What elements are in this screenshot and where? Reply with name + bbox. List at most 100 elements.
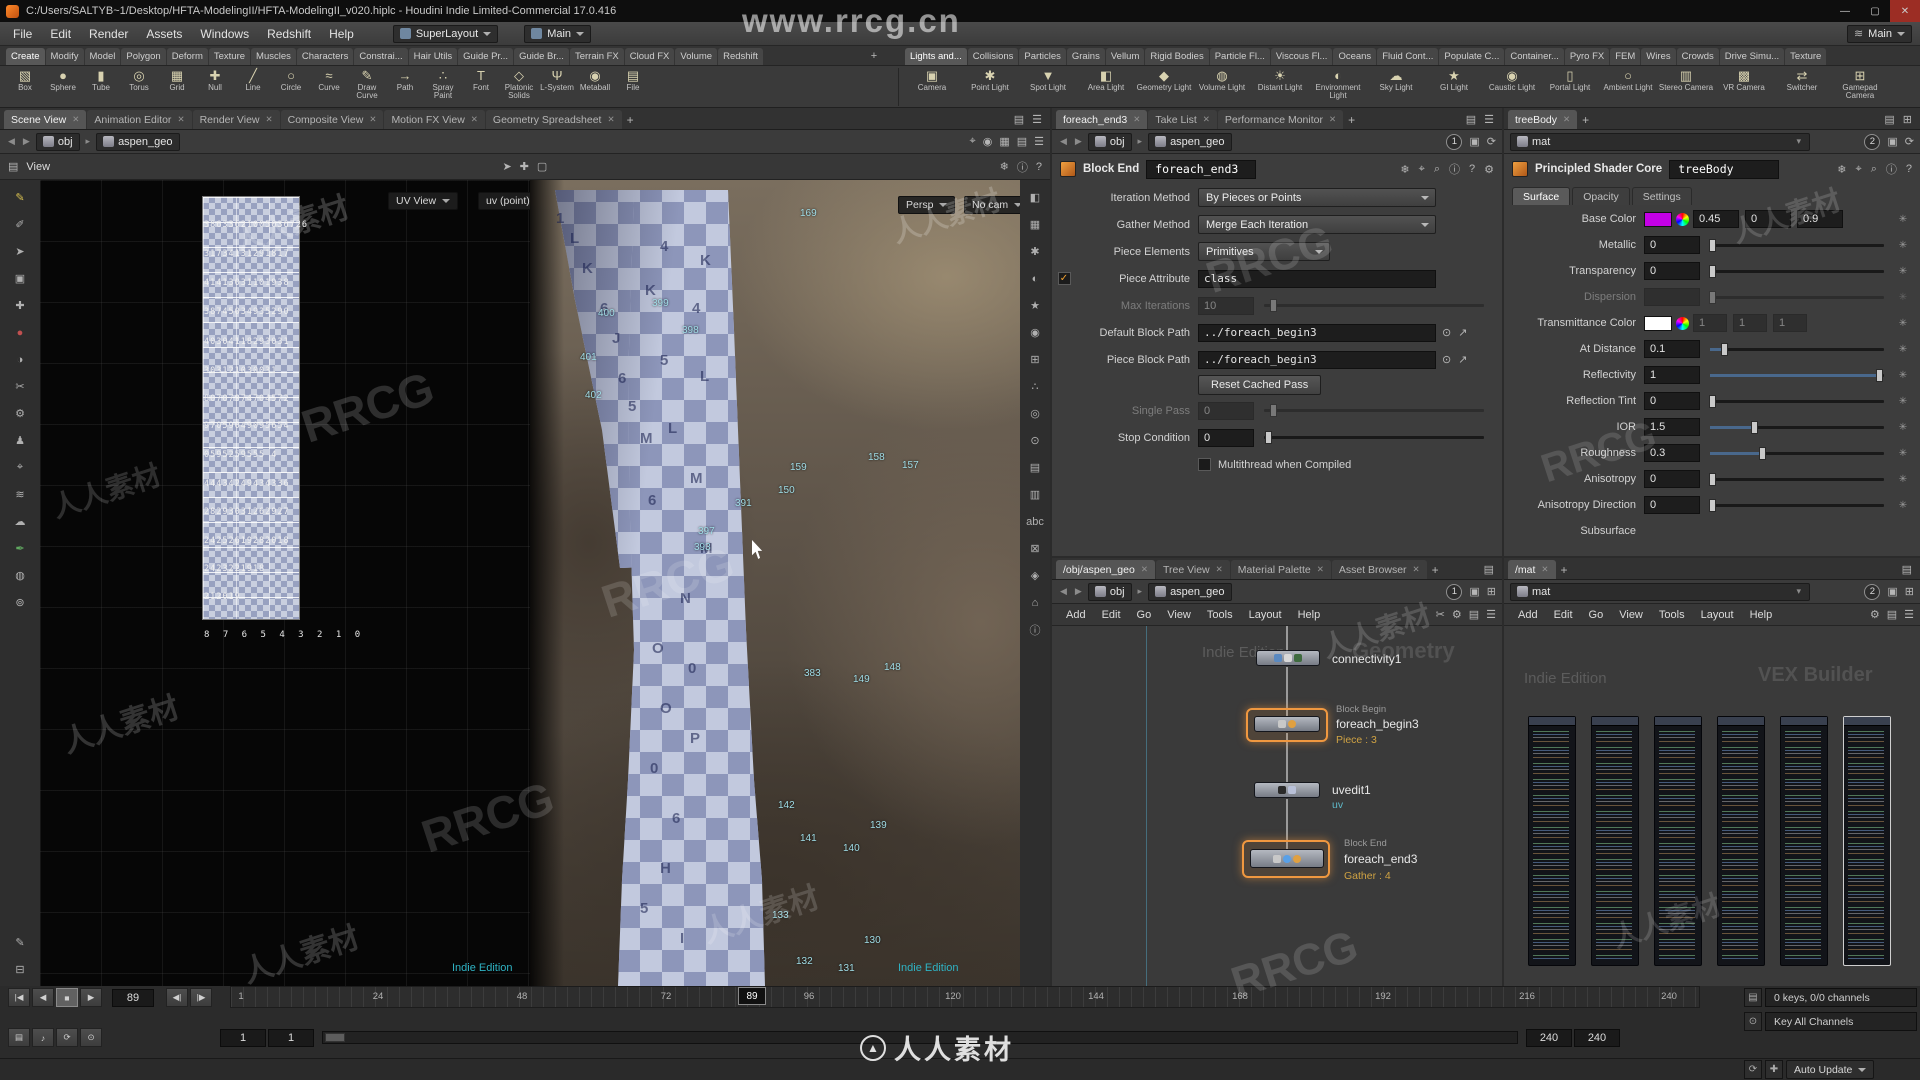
search-icon[interactable]: ⌕: [1871, 161, 1877, 177]
gear-icon[interactable]: ⚙: [1484, 161, 1494, 177]
piece-attribute-field[interactable]: class: [1198, 269, 1436, 288]
node-name-field[interactable]: treeBody: [1669, 159, 1780, 179]
multithread-checkbox[interactable]: [1198, 458, 1211, 471]
snapshot-icon[interactable]: ◉: [983, 135, 993, 148]
search-icon[interactable]: ⌕: [1434, 161, 1440, 177]
menu-item[interactable]: Go: [1581, 609, 1612, 621]
keyframe-icon[interactable]: ✳: [1894, 396, 1912, 407]
color-wheel-icon[interactable]: [1676, 316, 1689, 330]
viewport-display-icon[interactable]: ⊙: [1024, 431, 1046, 450]
shelf-tool[interactable]: ◧ Area Light: [1077, 67, 1135, 107]
new-pane-tab-button[interactable]: +: [1343, 110, 1360, 129]
viewport-display-icon[interactable]: ∴: [1024, 377, 1046, 396]
keyframe-icon[interactable]: ✳: [1894, 370, 1912, 381]
menu-item[interactable]: View: [1159, 609, 1199, 621]
vop-node-thumbnail[interactable]: [1591, 716, 1639, 966]
max-iterations-slider[interactable]: [1264, 299, 1484, 312]
dispersion-slider[interactable]: [1708, 290, 1884, 304]
shelf-tab[interactable]: Viscous Fl...: [1270, 48, 1333, 65]
viewport-display-icon[interactable]: ▥: [1024, 485, 1046, 504]
key-all-channels-button[interactable]: Key All Channels: [1765, 1012, 1917, 1031]
menu-item[interactable]: Help: [1290, 609, 1329, 621]
transparency-slider[interactable]: [1708, 264, 1884, 278]
viewport-tool-icon[interactable]: ✒: [9, 539, 31, 558]
camera-selector[interactable]: No cam: [964, 196, 1020, 214]
list-icon[interactable]: ▤: [1017, 135, 1027, 148]
stop-button[interactable]: ■: [56, 988, 78, 1007]
metallic-field[interactable]: 0: [1644, 236, 1700, 254]
menu-item[interactable]: Edit: [1094, 609, 1129, 621]
shelf-tab[interactable]: Fluid Cont...: [1377, 48, 1439, 65]
base-color-b-field[interactable]: 0.9: [1797, 210, 1843, 228]
close-tab-icon[interactable]: ✕: [471, 114, 478, 125]
max-iterations-field[interactable]: 10: [1198, 296, 1254, 315]
viewport-display-icon[interactable]: ◧: [1024, 188, 1046, 207]
gear-icon[interactable]: ⚙: [1452, 608, 1462, 621]
shelf-tool[interactable]: ✱ Point Light: [961, 67, 1019, 107]
single-pass-slider[interactable]: [1264, 404, 1484, 417]
transmittance-g-field[interactable]: 1: [1733, 314, 1767, 332]
forward-icon[interactable]: ▶: [21, 136, 32, 147]
compile-icon[interactable]: ❄: [1837, 161, 1846, 177]
pane-tab[interactable]: foreach_end3 ✕: [1056, 110, 1148, 129]
viewport-display-icon[interactable]: ⌂: [1024, 593, 1046, 612]
panes-icon[interactable]: ⊞: [1903, 113, 1912, 126]
keyframe-icon[interactable]: ✳: [1894, 292, 1912, 303]
pane-tab[interactable]: Render View ✕: [192, 110, 280, 129]
roughness-slider[interactable]: [1710, 446, 1884, 460]
pane-list-icon[interactable]: ▤: [1484, 563, 1494, 576]
close-tab-icon[interactable]: ✕: [1329, 114, 1336, 125]
viewport-display-icon[interactable]: ✱: [1024, 242, 1046, 261]
viewport-tool-icon[interactable]: ⌖: [9, 458, 31, 477]
viewport-tool-icon[interactable]: ✂: [9, 377, 31, 396]
shelf-tab[interactable]: Drive Simu...: [1719, 48, 1785, 65]
jump-to-node-icon[interactable]: ↗: [1458, 326, 1467, 339]
new-shelf-tab-button[interactable]: +: [866, 48, 882, 64]
close-tab-icon[interactable]: ✕: [1141, 564, 1148, 575]
keyframe-icon[interactable]: ✳: [1894, 448, 1912, 459]
jump-to-start-button[interactable]: |◀: [8, 988, 30, 1007]
menu-item[interactable]: File: [4, 27, 41, 41]
panes-icon[interactable]: ⊞: [1487, 585, 1496, 598]
piece-elements-select[interactable]: Primitives: [1198, 242, 1330, 261]
viewport-tool-icon[interactable]: ◍: [9, 566, 31, 585]
remote-desktop-select[interactable]: ≋ Main: [1846, 24, 1912, 43]
at-distance-slider[interactable]: [1710, 342, 1884, 356]
viewport-display-icon[interactable]: ◉: [1024, 323, 1046, 342]
shelf-tab[interactable]: Polygon: [121, 48, 166, 65]
anisotropy-field[interactable]: 0: [1644, 470, 1700, 488]
lock-icon[interactable]: ▣: [1887, 135, 1897, 148]
previous-keyframe-button[interactable]: ◀|: [166, 988, 188, 1007]
back-icon[interactable]: ◀: [1058, 586, 1069, 597]
pane-tab[interactable]: Tree View ✕: [1155, 560, 1230, 579]
uv-viewport[interactable]: 38633621005036726 31734131291817 414130311…: [40, 180, 530, 986]
shelf-tool[interactable]: ▦ Grid: [158, 67, 196, 107]
pane-list-icon[interactable]: ▤: [1884, 113, 1894, 126]
menu-item[interactable]: Edit: [1546, 609, 1581, 621]
anisotropy-direction-field[interactable]: 0: [1644, 496, 1700, 514]
folder-tab[interactable]: Opacity: [1572, 187, 1630, 205]
menu-item[interactable]: Layout: [1241, 609, 1290, 621]
pane-tab[interactable]: treeBody ✕: [1508, 110, 1578, 129]
playback-range-slider[interactable]: [322, 1031, 1518, 1044]
shelf-tool[interactable]: Ψ L-System: [538, 67, 576, 107]
close-tab-icon[interactable]: ✕: [369, 114, 376, 125]
lock-icon[interactable]: ▣: [1469, 135, 1479, 148]
viewport-tool-icon[interactable]: ♟: [9, 431, 31, 450]
transmittance-r-field[interactable]: 1: [1693, 314, 1727, 332]
menu-item[interactable]: Help: [1742, 609, 1781, 621]
menu-item[interactable]: Help: [320, 27, 363, 41]
reset-cached-pass-button[interactable]: Reset Cached Pass: [1198, 375, 1322, 395]
folder-tab[interactable]: Settings: [1631, 187, 1692, 205]
select-mode-icon[interactable]: ➤: [502, 160, 511, 173]
scroll-list-icon[interactable]: ▤: [1744, 988, 1762, 1007]
viewport-tool-icon[interactable]: ✎: [9, 933, 31, 952]
compile-icon[interactable]: ❄: [1400, 161, 1409, 177]
help-icon[interactable]: ?: [1906, 161, 1912, 177]
shelf-tab[interactable]: Texture: [208, 48, 251, 65]
shelf-tool[interactable]: ▼ Spot Light: [1019, 67, 1077, 107]
shelf-tool[interactable]: ▧ Box: [6, 67, 44, 107]
vop-node-thumbnail[interactable]: [1717, 716, 1765, 966]
shelf-tool[interactable]: ⇄ Switcher: [1773, 67, 1831, 107]
menu-item[interactable]: Redshift: [258, 27, 320, 41]
